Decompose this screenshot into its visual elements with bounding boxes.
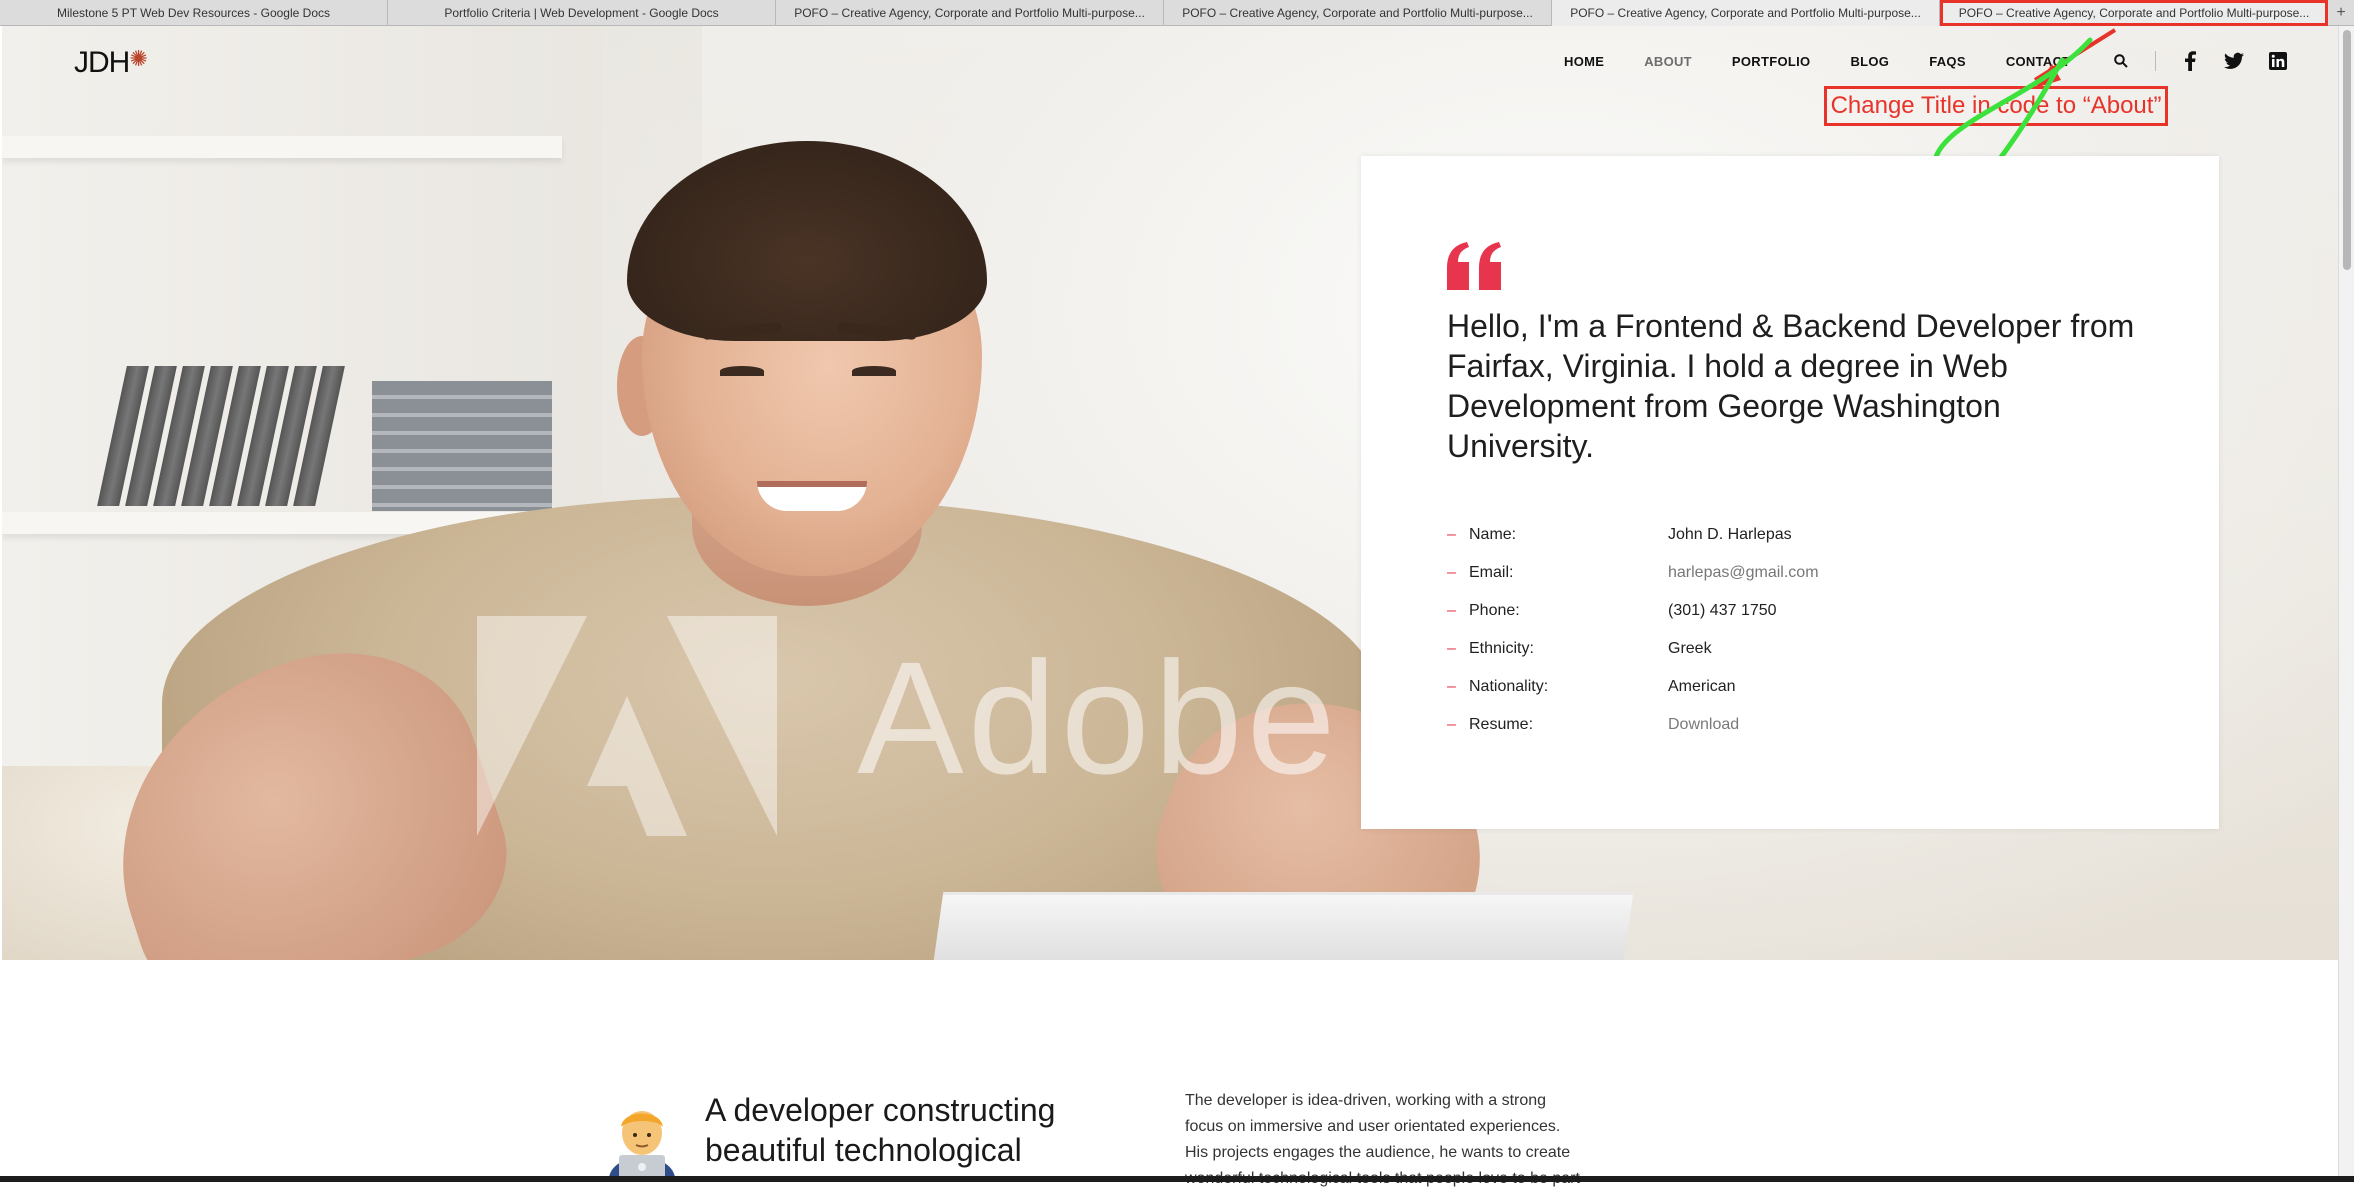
nav-faqs[interactable]: FAQS	[1929, 54, 1966, 69]
fact-row: – Phone: (301) 437 1750	[1447, 592, 2147, 630]
nav-about[interactable]: ABOUT	[1644, 54, 1692, 69]
fact-value: American	[1668, 678, 1736, 695]
nav-portfolio[interactable]: PORTFOLIO	[1732, 54, 1811, 69]
browser-tab-bar: Milestone 5 PT Web Dev Resources - Googl…	[0, 0, 2354, 26]
twitter-icon[interactable]	[2223, 51, 2244, 71]
tab-title: POFO – Creative Agency, Corporate and Po…	[1182, 6, 1533, 20]
fact-row: – Nationality: American	[1447, 668, 2147, 706]
nav-divider	[2154, 51, 2156, 71]
fact-label: Phone:	[1469, 602, 1520, 619]
email-link[interactable]: harlepas@gmail.com	[1668, 564, 1819, 582]
fact-row: – Ethnicity: Greek	[1447, 630, 2147, 668]
sun-icon: ✺	[129, 46, 147, 71]
fact-label: Resume:	[1469, 716, 1534, 733]
tab-title: POFO – Creative Agency, Corporate and Po…	[1958, 6, 2310, 20]
intro-section: A developer constructing beautiful techn…	[2, 960, 2338, 1187]
tab-title: POFO – Creative Agency, Corporate and Po…	[1570, 6, 1921, 20]
tab-title: POFO – Creative Agency, Corporate and Po…	[794, 6, 1145, 20]
browser-tab[interactable]: Milestone 5 PT Web Dev Resources - Googl…	[0, 0, 388, 26]
scrollbar-thumb[interactable]	[2343, 30, 2351, 270]
annotation-text: Change Title in code to “About”	[1830, 92, 2162, 119]
resume-download-link[interactable]: Download	[1668, 716, 1739, 734]
intro-title: A developer constructing beautiful techn…	[705, 1092, 1056, 1168]
annotation-note: Change Title in code to “About”	[1824, 86, 2168, 126]
new-tab-button[interactable]: +	[2328, 0, 2354, 25]
plus-icon: +	[2336, 3, 2346, 21]
facebook-icon[interactable]	[2180, 51, 2200, 71]
quote-icon	[1447, 242, 1501, 290]
adobe-watermark: Adobe	[477, 586, 1377, 846]
about-headline: Hello, I'm a Frontend & Backend Develope…	[1447, 308, 2135, 464]
nav-blog[interactable]: BLOG	[1850, 54, 1889, 69]
browser-tab[interactable]: Portfolio Criteria | Web Development - G…	[388, 0, 776, 26]
dash-icon: –	[1447, 602, 1456, 619]
adobe-logo-icon	[477, 616, 777, 836]
search-icon[interactable]	[2111, 51, 2131, 71]
tab-title: Portfolio Criteria | Web Development - G…	[444, 6, 719, 20]
fact-row: – Name: John D. Harlepas	[1447, 516, 2147, 554]
dash-icon: –	[1447, 716, 1456, 733]
window-bottom-edge	[0, 1176, 2354, 1182]
fact-value: John D. Harlepas	[1668, 526, 1792, 543]
developer-emoji-icon	[609, 1111, 675, 1182]
about-card: Hello, I'm a Frontend & Backend Develope…	[1361, 156, 2219, 829]
main-nav: HOME ABOUT PORTFOLIO BLOG FAQS CONTACT	[1564, 51, 2312, 71]
browser-tab-active[interactable]: POFO – Creative Agency, Corporate and Po…	[1940, 0, 2328, 26]
fact-label: Ethnicity:	[1469, 640, 1534, 657]
nav-home[interactable]: HOME	[1564, 54, 1604, 69]
fact-label: Email:	[1469, 564, 1514, 581]
fact-label: Name:	[1469, 526, 1517, 543]
browser-tab[interactable]: POFO – Creative Agency, Corporate and Po…	[1552, 0, 1940, 26]
dash-icon: –	[1447, 526, 1456, 543]
browser-tab[interactable]: POFO – Creative Agency, Corporate and Po…	[776, 0, 1164, 26]
dash-icon: –	[1447, 640, 1456, 657]
browser-tab[interactable]: POFO – Creative Agency, Corporate and Po…	[1164, 0, 1552, 26]
nav-contact[interactable]: CONTACT	[2006, 54, 2071, 69]
dash-icon: –	[1447, 564, 1456, 581]
tab-title: Milestone 5 PT Web Dev Resources - Googl…	[56, 6, 330, 20]
watermark-text: Adobe	[857, 628, 1340, 807]
fact-value: (301) 437 1750	[1668, 602, 1777, 619]
logo-text: JDH	[74, 46, 130, 79]
site-logo[interactable]: JDH✺	[74, 46, 148, 80]
fact-row: – Email: harlepas@gmail.com	[1447, 554, 2147, 592]
page-scrollbar[interactable]	[2338, 26, 2354, 1182]
fact-value: Greek	[1668, 640, 1712, 657]
laptop	[930, 892, 1634, 960]
facts-list: – Name: John D. Harlepas – Email: harlep…	[1447, 516, 2147, 744]
fact-label: Nationality:	[1469, 678, 1549, 695]
fact-row: – Resume: Download	[1447, 706, 2147, 744]
linkedin-icon[interactable]	[2268, 51, 2288, 71]
dash-icon: –	[1447, 678, 1456, 695]
